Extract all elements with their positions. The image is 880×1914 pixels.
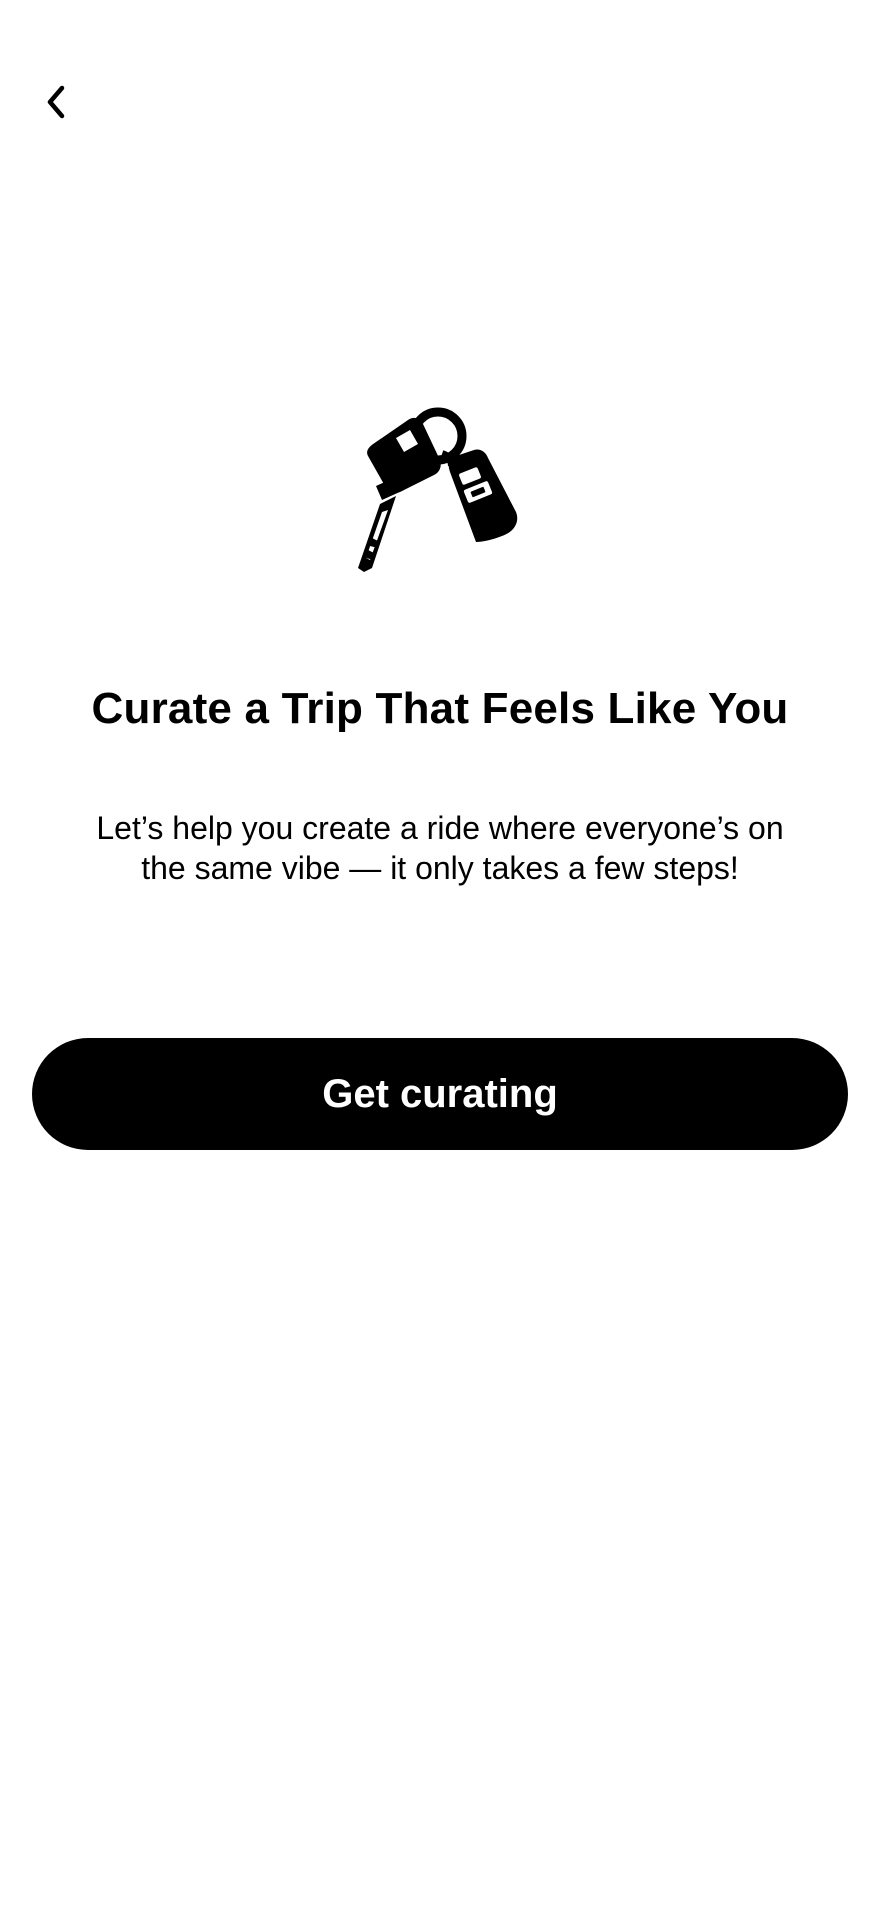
chevron-left-icon (42, 82, 70, 122)
car-keys-icon (338, 400, 542, 576)
back-button[interactable] (26, 72, 86, 132)
page-title: Curate a Trip That Feels Like You (91, 684, 789, 733)
page-subtitle: Let’s help you create a ride where every… (96, 810, 784, 886)
get-curating-button[interactable]: Get curating (32, 1038, 848, 1150)
